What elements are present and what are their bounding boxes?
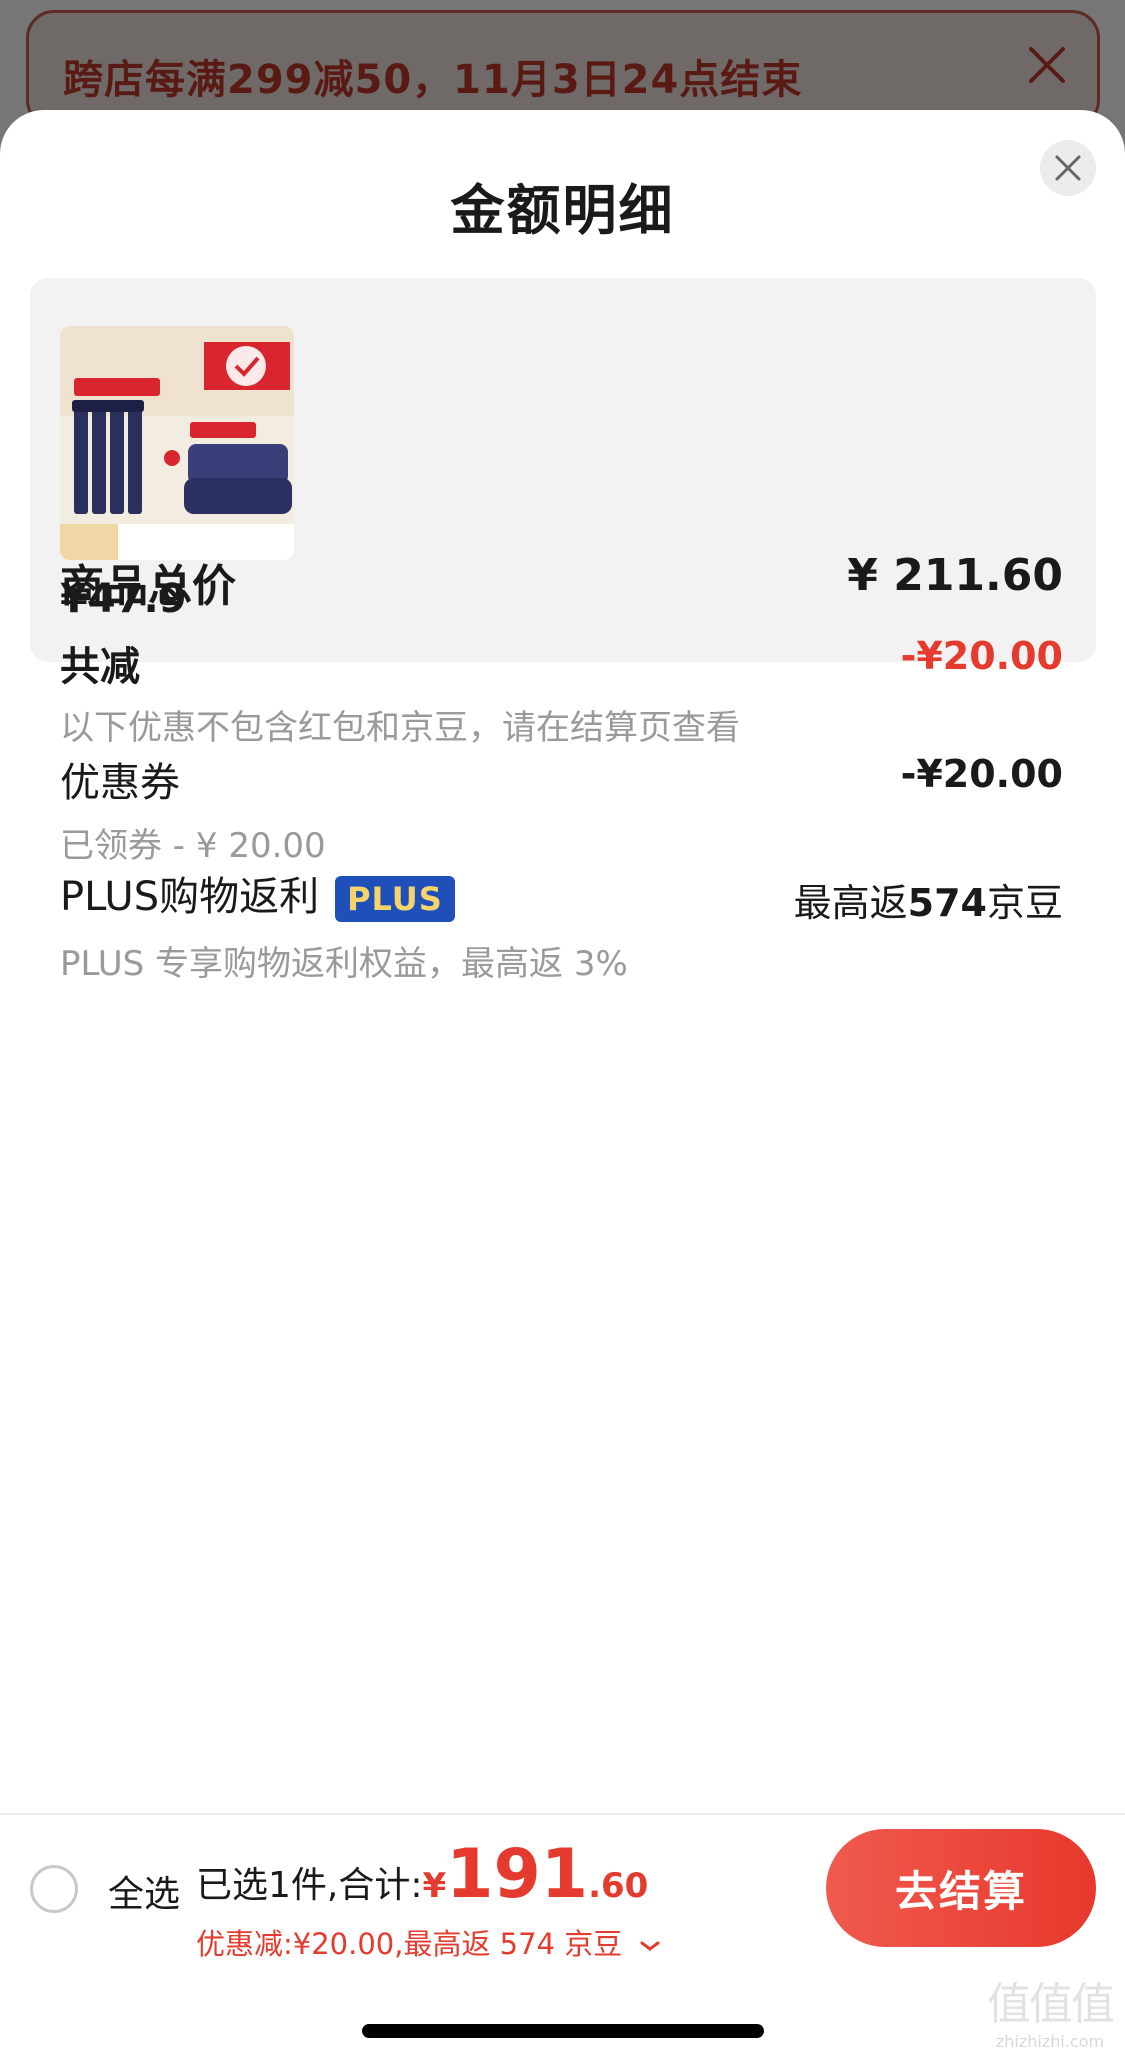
total-discount-value: -¥20.00 <box>900 634 1063 678</box>
total-decimal: .60 <box>588 1866 649 1906</box>
watermark: 值值值 zhizhizhi.com <box>987 1968 1115 2051</box>
total-discount-label: 共减 <box>60 644 140 690</box>
close-icon <box>1055 155 1081 181</box>
home-indicator <box>362 2024 764 2038</box>
plus-rebate-value: 最高返574京豆 <box>794 872 1063 927</box>
discount-note: 以下优惠不包含红包和京豆，请在结算页查看 <box>60 708 740 748</box>
total-price-label: 商品总价 <box>60 561 236 612</box>
promo-banner-text: 跨店每满299减50，11月3日24点结束 <box>63 57 803 103</box>
coupon-label: 优惠券 <box>60 760 180 806</box>
coupon-note: 已领券 - ¥ 20.00 <box>60 826 326 866</box>
amount-details-sheet: 金额明细 ¥47.9 商品总价 ¥ 211.60 共减 -¥20.00 以下优惠… <box>0 110 1125 2061</box>
total-price-value: ¥ 211.60 <box>847 550 1063 601</box>
plus-rebate-text: PLUS购物返利 <box>60 874 320 920</box>
screen: 跨店每满299减50，11月3日24点结束 金额明细 ¥47.9 商品总价 ¥ … <box>0 0 1125 2061</box>
total-integer: 191 <box>446 1835 589 1914</box>
close-icon[interactable] <box>1025 43 1069 87</box>
selected-count-label: 已选1件,合计: <box>196 1865 423 1906</box>
discount-summary-text: 优惠减:¥20.00,最高返 574 京豆 <box>196 1927 623 1961</box>
checkout-button[interactable]: 去结算 <box>826 1829 1096 1947</box>
plus-rebate-amount: 574 <box>907 881 987 925</box>
currency-symbol: ¥ <box>422 1866 447 1906</box>
chevron-down-icon <box>640 1941 660 1951</box>
watermark-text: zhizhizhi.com <box>995 2032 1105 2051</box>
select-all-label[interactable]: 全选 <box>108 1865 180 1917</box>
checkout-summary: 已选1件,合计:¥191.60 <box>196 1835 648 1914</box>
select-all-checkbox[interactable] <box>30 1865 78 1913</box>
plus-badge: PLUS <box>335 876 455 922</box>
sheet-close-button[interactable] <box>1040 140 1096 196</box>
plus-rebate-prefix: 最高返 <box>793 881 908 925</box>
watermark-logo: 值值值 <box>987 1979 1115 2030</box>
plus-rebate-note: PLUS 专享购物返利权益，最高返 3% <box>60 944 628 984</box>
plus-rebate-suffix: 京豆 <box>986 881 1063 925</box>
product-thumbnail[interactable] <box>60 326 294 560</box>
discount-summary[interactable]: 优惠减:¥20.00,最高返 574 京豆 <box>196 1921 661 1963</box>
plus-rebate-label: PLUS购物返利 PLUS <box>60 864 455 922</box>
sheet-title: 金额明细 <box>450 179 675 242</box>
coupon-value: -¥20.00 <box>900 752 1063 796</box>
